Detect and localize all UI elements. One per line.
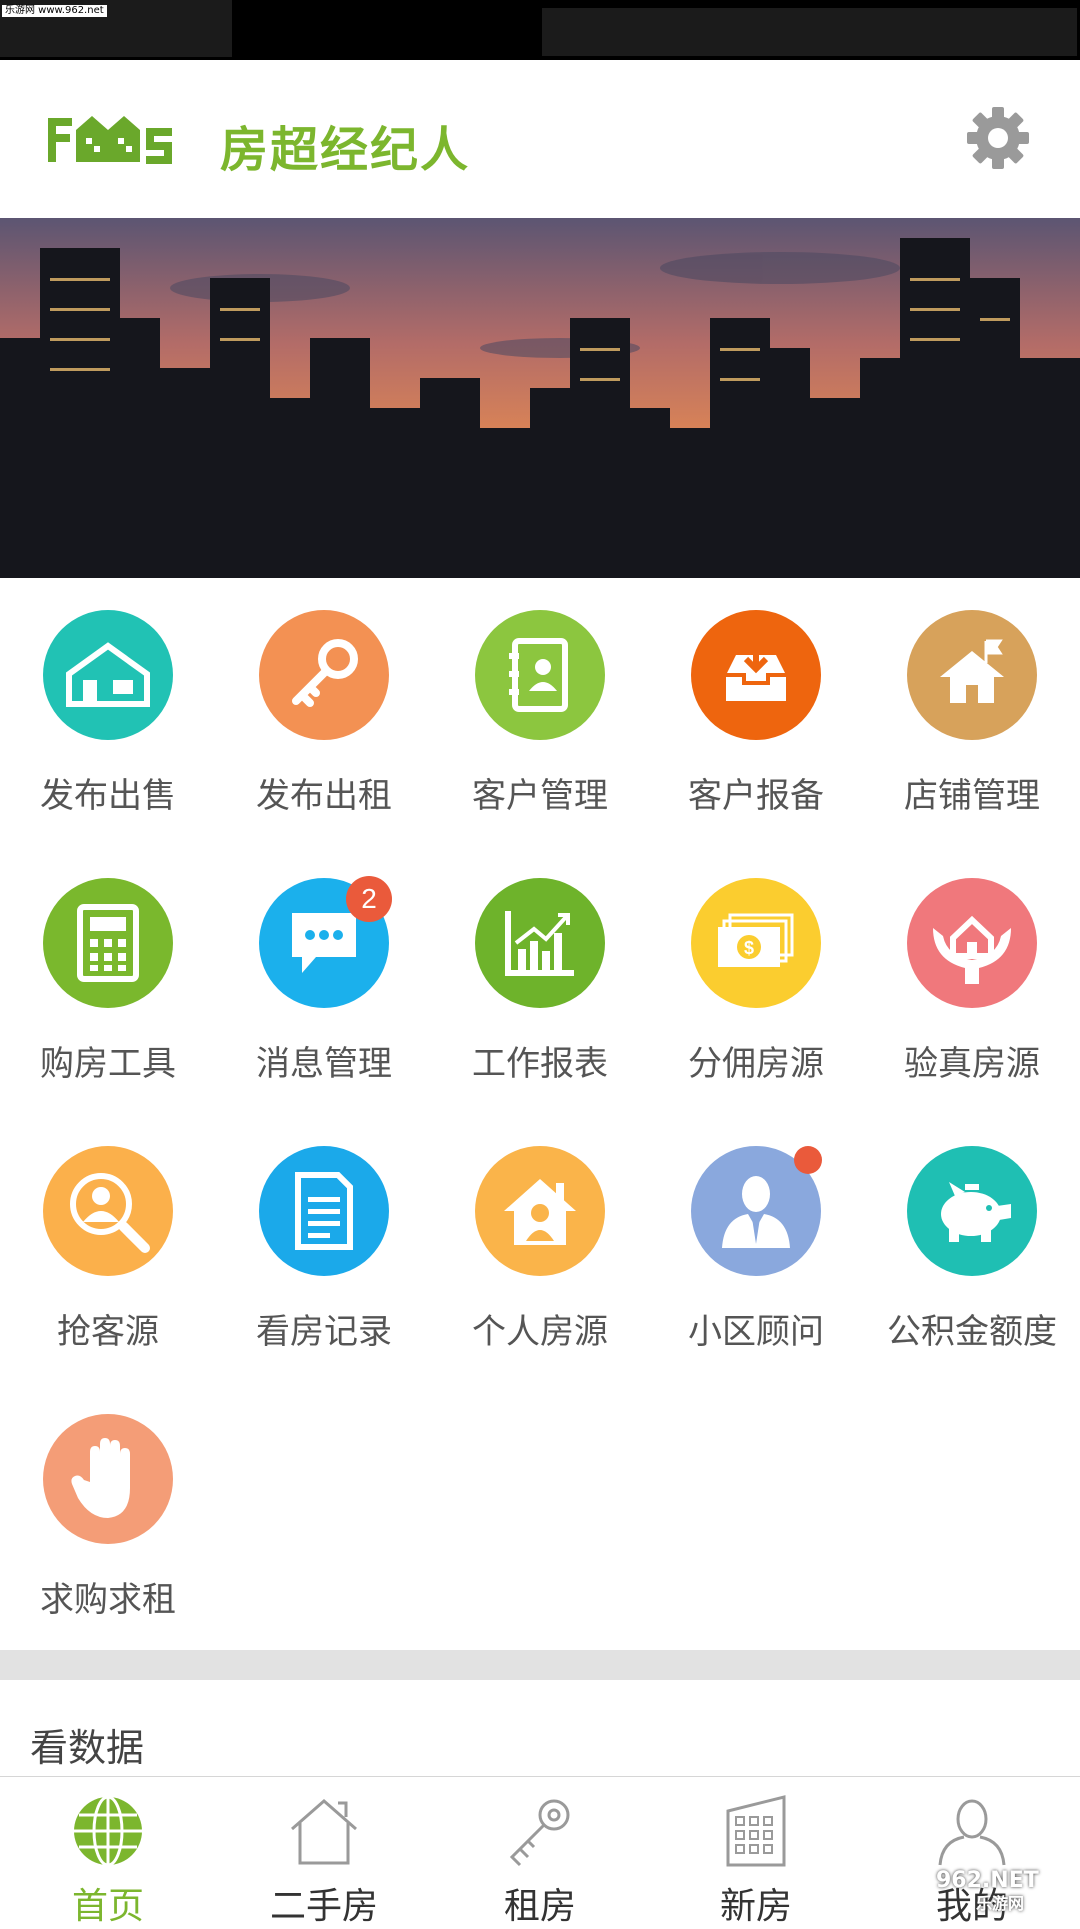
calculator-icon <box>43 878 173 1008</box>
grid-item-label: 抢客源 <box>57 1312 159 1352</box>
piggy-bank-icon <box>907 1146 1037 1276</box>
grid-item-grab-customers[interactable]: 抢客源 <box>0 1114 216 1382</box>
bottom-tab-bar: 首页 二手房 租房 新房 我的 <box>0 1776 1080 1927</box>
key-outline-icon <box>509 1799 570 1867</box>
status-bar-right <box>542 8 1077 56</box>
grid-item-commission-listings[interactable]: $ 分佣房源 <box>648 846 864 1114</box>
grid-item-shop-manage[interactable]: 店铺管理 <box>864 578 1080 846</box>
money-icon: $ <box>691 878 821 1008</box>
grid-item-provident-fund[interactable]: 公积金额度 <box>864 1114 1080 1382</box>
grid-item-work-report[interactable]: 工作报表 <box>432 846 648 1114</box>
grid-item-verify-listings[interactable]: 验真房源 <box>864 846 1080 1114</box>
house-person-icon <box>475 1146 605 1276</box>
grid-item-label: 个人房源 <box>472 1312 608 1352</box>
grid-item-label: 消息管理 <box>256 1044 392 1084</box>
user-icon <box>938 1799 1006 1866</box>
document-icon <box>259 1146 389 1276</box>
tab-label: 新房 <box>719 1886 792 1927</box>
grid-item-messages[interactable]: 消息管理 <box>216 846 432 1114</box>
hand-icon <box>43 1414 173 1544</box>
city-banner[interactable] <box>0 218 1080 578</box>
grid-item-label: 分佣房源 <box>688 1044 824 1084</box>
globe-icon <box>74 1795 142 1867</box>
grid-item-label: 看房记录 <box>256 1312 392 1352</box>
watermark-top: 乐游网 www.962.net <box>2 5 107 17</box>
tab-home[interactable]: 首页 <box>0 1777 216 1927</box>
data-section-title[interactable]: 看数据 <box>30 1717 144 1772</box>
grid-item-label: 工作报表 <box>472 1044 608 1084</box>
contacts-book-icon <box>475 610 605 740</box>
grid-item-label: 发布出售 <box>40 776 176 816</box>
tab-label: 首页 <box>71 1886 144 1927</box>
key-icon <box>259 610 389 740</box>
grid-item-want-buy-rent[interactable]: 求购求租 <box>0 1382 216 1650</box>
search-person-icon <box>43 1146 173 1276</box>
grid-item-label: 发布出租 <box>256 776 392 816</box>
advisor-notification-dot <box>794 1146 822 1174</box>
grid-item-customer-manage[interactable]: 客户管理 <box>432 578 648 846</box>
chart-icon <box>475 878 605 1008</box>
tab-second-hand[interactable]: 二手房 <box>216 1777 432 1927</box>
grid-item-personal-listings[interactable]: 个人房源 <box>432 1114 648 1382</box>
grid-item-label: 客户管理 <box>472 776 608 816</box>
grid-item-label: 客户报备 <box>688 776 824 816</box>
app-logo <box>48 116 172 164</box>
grid-item-label: 店铺管理 <box>904 776 1040 816</box>
grid-item-publish-sale[interactable]: 发布出售 <box>0 578 216 846</box>
status-bar: 乐游网 www.962.net <box>0 0 1080 60</box>
building-icon <box>726 1795 786 1867</box>
grid-item-customer-report[interactable]: 客户报备 <box>648 578 864 846</box>
watermark-bottom-subtext: 乐游网 <box>976 1894 1025 1913</box>
watermark-bottom: 962.NET 乐游网 <box>930 1868 1074 1914</box>
message-count-badge: 2 <box>346 876 392 922</box>
grid-item-label: 购房工具 <box>40 1044 176 1084</box>
grid-item-purchase-tools[interactable]: 购房工具 <box>0 846 216 1114</box>
tab-label: 二手房 <box>269 1886 378 1927</box>
hands-house-icon <box>907 878 1037 1008</box>
grid-item-label: 验真房源 <box>904 1044 1040 1084</box>
svg-text:$: $ <box>744 938 754 958</box>
section-divider <box>0 1650 1080 1680</box>
grid-item-publish-rent[interactable]: 发布出租 <box>216 578 432 846</box>
tab-new-house[interactable]: 新房 <box>648 1777 864 1927</box>
grid-item-viewing-records[interactable]: 看房记录 <box>216 1114 432 1382</box>
house-flag-icon <box>907 610 1037 740</box>
grid-item-label: 公积金额度 <box>887 1312 1057 1352</box>
tab-label: 租房 <box>503 1886 576 1927</box>
gear-icon[interactable] <box>965 105 1031 171</box>
inbox-download-icon <box>691 610 821 740</box>
house-outline-icon <box>291 1799 357 1865</box>
grid-item-community-advisor[interactable]: 小区顾问 <box>648 1114 864 1382</box>
house-icon <box>43 610 173 740</box>
tab-rent[interactable]: 租房 <box>432 1777 648 1927</box>
grid-item-label: 求购求租 <box>40 1580 176 1620</box>
brand-name: 房超经纪人 <box>220 122 471 178</box>
grid-item-label: 小区顾问 <box>688 1312 824 1352</box>
